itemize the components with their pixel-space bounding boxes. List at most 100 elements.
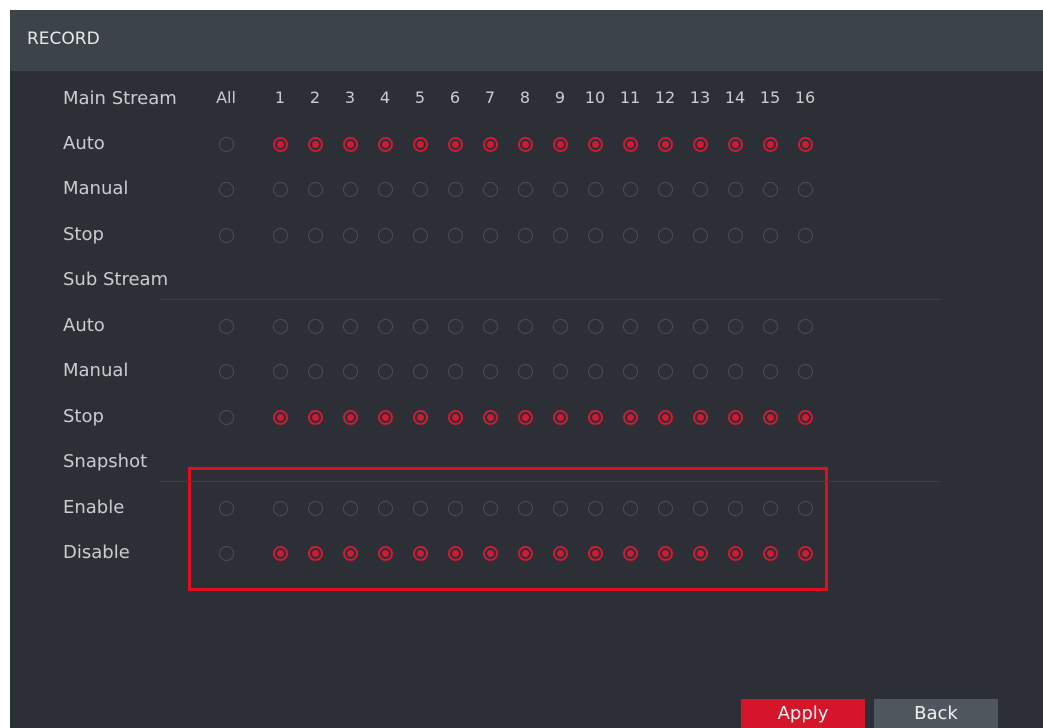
radio-channel-15[interactable] <box>763 546 778 561</box>
radio-channel-15[interactable] <box>763 500 778 516</box>
radio-channel-4[interactable] <box>378 409 393 425</box>
radio-channel-2[interactable] <box>308 409 323 425</box>
radio-channel-16[interactable] <box>798 136 813 152</box>
radio-channel-11[interactable] <box>623 546 638 561</box>
radio-channel-8[interactable] <box>518 409 533 425</box>
radio-channel-16[interactable] <box>798 409 813 425</box>
radio-channel-7[interactable] <box>483 318 498 334</box>
radio-channel-1[interactable] <box>273 364 288 379</box>
radio-channel-9[interactable] <box>553 318 568 334</box>
radio-channel-1[interactable] <box>273 182 288 197</box>
radio-channel-12[interactable] <box>658 182 673 197</box>
radio-channel-5[interactable] <box>413 500 428 516</box>
radio-channel-13[interactable] <box>693 182 708 197</box>
radio-channel-9[interactable] <box>553 409 568 425</box>
radio-channel-3[interactable] <box>343 227 358 243</box>
radio-channel-4[interactable] <box>378 364 393 379</box>
radio-channel-14[interactable] <box>728 546 743 561</box>
radio-channel-15[interactable] <box>763 318 778 334</box>
radio-channel-1[interactable] <box>273 546 288 561</box>
radio-channel-5[interactable] <box>413 182 428 197</box>
radio-channel-10[interactable] <box>588 182 603 197</box>
radio-channel-7[interactable] <box>483 409 498 425</box>
radio-channel-9[interactable] <box>553 546 568 561</box>
radio-channel-10[interactable] <box>588 500 603 516</box>
radio-channel-12[interactable] <box>658 318 673 334</box>
radio-channel-11[interactable] <box>623 409 638 425</box>
radio-channel-5[interactable] <box>413 136 428 152</box>
radio-channel-13[interactable] <box>693 136 708 152</box>
radio-channel-2[interactable] <box>308 182 323 197</box>
radio-channel-13[interactable] <box>693 546 708 561</box>
radio-channel-4[interactable] <box>378 227 393 243</box>
radio-all[interactable] <box>219 182 234 197</box>
radio-channel-9[interactable] <box>553 364 568 379</box>
radio-channel-14[interactable] <box>728 364 743 379</box>
radio-channel-4[interactable] <box>378 182 393 197</box>
radio-channel-13[interactable] <box>693 227 708 243</box>
radio-channel-9[interactable] <box>553 182 568 197</box>
radio-channel-11[interactable] <box>623 227 638 243</box>
radio-channel-12[interactable] <box>658 409 673 425</box>
radio-channel-12[interactable] <box>658 227 673 243</box>
radio-channel-14[interactable] <box>728 500 743 516</box>
radio-channel-3[interactable] <box>343 318 358 334</box>
radio-channel-5[interactable] <box>413 227 428 243</box>
radio-channel-15[interactable] <box>763 364 778 379</box>
radio-channel-11[interactable] <box>623 318 638 334</box>
radio-channel-5[interactable] <box>413 318 428 334</box>
radio-channel-13[interactable] <box>693 318 708 334</box>
radio-channel-12[interactable] <box>658 546 673 561</box>
radio-channel-3[interactable] <box>343 364 358 379</box>
radio-channel-6[interactable] <box>448 182 463 197</box>
radio-channel-5[interactable] <box>413 409 428 425</box>
radio-channel-7[interactable] <box>483 182 498 197</box>
radio-channel-10[interactable] <box>588 136 603 152</box>
radio-channel-8[interactable] <box>518 182 533 197</box>
radio-all[interactable] <box>219 546 234 561</box>
radio-channel-14[interactable] <box>728 227 743 243</box>
radio-channel-10[interactable] <box>588 318 603 334</box>
radio-channel-7[interactable] <box>483 500 498 516</box>
radio-channel-7[interactable] <box>483 546 498 561</box>
radio-all[interactable] <box>219 227 234 243</box>
radio-channel-10[interactable] <box>588 409 603 425</box>
radio-channel-4[interactable] <box>378 546 393 561</box>
radio-channel-3[interactable] <box>343 546 358 561</box>
radio-channel-10[interactable] <box>588 364 603 379</box>
radio-channel-14[interactable] <box>728 409 743 425</box>
radio-channel-13[interactable] <box>693 364 708 379</box>
radio-channel-4[interactable] <box>378 136 393 152</box>
radio-channel-16[interactable] <box>798 500 813 516</box>
radio-channel-15[interactable] <box>763 227 778 243</box>
radio-channel-11[interactable] <box>623 500 638 516</box>
radio-channel-11[interactable] <box>623 136 638 152</box>
radio-channel-8[interactable] <box>518 227 533 243</box>
radio-channel-1[interactable] <box>273 136 288 152</box>
radio-channel-6[interactable] <box>448 500 463 516</box>
radio-channel-11[interactable] <box>623 364 638 379</box>
radio-channel-16[interactable] <box>798 182 813 197</box>
radio-all[interactable] <box>219 364 234 379</box>
radio-channel-13[interactable] <box>693 500 708 516</box>
radio-channel-13[interactable] <box>693 409 708 425</box>
radio-channel-2[interactable] <box>308 136 323 152</box>
radio-channel-6[interactable] <box>448 546 463 561</box>
radio-channel-8[interactable] <box>518 500 533 516</box>
radio-channel-15[interactable] <box>763 182 778 197</box>
radio-channel-2[interactable] <box>308 227 323 243</box>
radio-channel-7[interactable] <box>483 227 498 243</box>
radio-channel-14[interactable] <box>728 136 743 152</box>
radio-channel-6[interactable] <box>448 318 463 334</box>
radio-channel-3[interactable] <box>343 182 358 197</box>
radio-channel-4[interactable] <box>378 500 393 516</box>
radio-channel-11[interactable] <box>623 182 638 197</box>
radio-channel-4[interactable] <box>378 318 393 334</box>
radio-channel-1[interactable] <box>273 409 288 425</box>
radio-channel-2[interactable] <box>308 364 323 379</box>
radio-channel-1[interactable] <box>273 318 288 334</box>
radio-channel-6[interactable] <box>448 409 463 425</box>
radio-channel-8[interactable] <box>518 364 533 379</box>
radio-all[interactable] <box>219 318 234 334</box>
radio-channel-16[interactable] <box>798 227 813 243</box>
